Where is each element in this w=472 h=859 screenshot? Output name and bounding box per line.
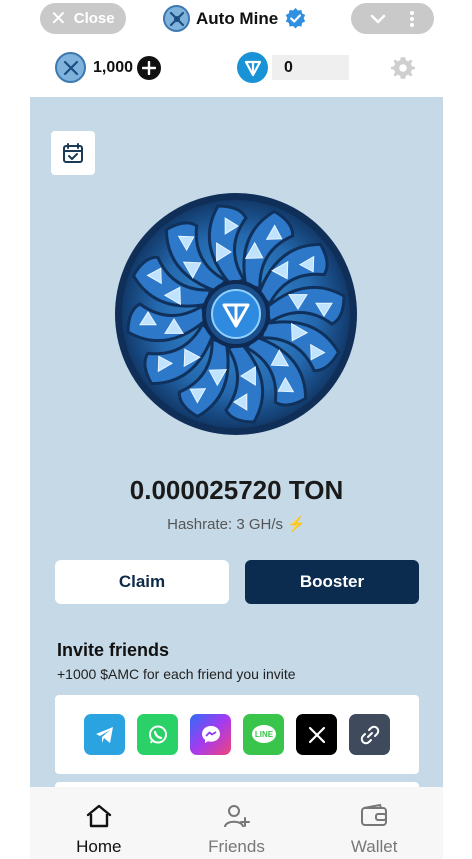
mining-panel: 0.000025720 TON Hashrate: 3 GH/s ⚡ Claim…	[30, 97, 443, 787]
verified-badge-icon	[285, 7, 306, 29]
chevron-down-icon[interactable]	[370, 13, 386, 25]
app-logo-icon	[163, 5, 190, 32]
daily-checkin-button[interactable]	[51, 131, 95, 175]
nav-wallet[interactable]: Wallet	[305, 787, 443, 859]
bottom-nav: Home Friends Wallet	[30, 787, 443, 859]
ton-coin-icon	[237, 52, 268, 83]
amc-balance: 1,000	[55, 52, 162, 83]
amc-coin-icon	[55, 52, 86, 83]
more-options-icon[interactable]	[409, 10, 415, 28]
claim-button[interactable]: Claim	[55, 560, 229, 604]
booster-button[interactable]: Booster	[245, 560, 419, 604]
svg-text:LINE: LINE	[254, 730, 273, 739]
ton-balance-value: 0	[272, 55, 349, 80]
menu-button[interactable]	[351, 3, 434, 34]
mining-wheel[interactable]	[114, 192, 358, 436]
nav-friends[interactable]: Friends	[168, 787, 306, 859]
share-card: LINE	[55, 695, 419, 774]
telegram-share-icon[interactable]	[84, 714, 125, 755]
nav-home[interactable]: Home	[30, 787, 168, 859]
app-title: Auto Mine	[196, 8, 279, 28]
wallet-icon	[361, 803, 388, 826]
balance-row: 1,000 0	[0, 50, 472, 88]
app-header: Auto Mine	[163, 5, 307, 32]
whatsapp-share-icon[interactable]	[137, 714, 178, 755]
hashrate-text: Hashrate: 3 GH/s ⚡	[30, 515, 443, 533]
top-bar: ✕ Close Auto Mine	[0, 0, 472, 38]
close-label: Close	[73, 10, 115, 27]
close-button[interactable]: ✕ Close	[40, 3, 126, 34]
close-icon: ✕	[50, 7, 67, 30]
copy-link-icon[interactable]	[349, 714, 390, 755]
ton-balance: 0	[237, 52, 349, 83]
settings-gear-icon[interactable]	[390, 55, 416, 81]
home-icon	[86, 804, 112, 828]
nav-wallet-label: Wallet	[350, 837, 398, 856]
hashrate-label: Hashrate: 3 GH/s	[167, 516, 284, 533]
invite-subtitle: +1000 $AMC for each friend you invite	[57, 666, 296, 682]
nav-home-label: Home	[76, 837, 122, 856]
add-friend-icon	[223, 805, 250, 828]
lightning-icon: ⚡	[287, 516, 306, 533]
nav-friends-label: Friends	[208, 837, 265, 856]
line-share-icon[interactable]: LINE	[243, 714, 284, 755]
messenger-share-icon[interactable]	[190, 714, 231, 755]
calendar-check-icon	[63, 143, 83, 163]
amc-balance-value: 1,000	[93, 58, 134, 76]
add-amc-button[interactable]	[137, 55, 162, 80]
mined-ton-amount: 0.000025720 TON	[129, 475, 344, 505]
x-share-icon[interactable]	[296, 714, 337, 755]
invite-title: Invite friends	[57, 640, 170, 660]
plus-icon	[142, 60, 157, 75]
